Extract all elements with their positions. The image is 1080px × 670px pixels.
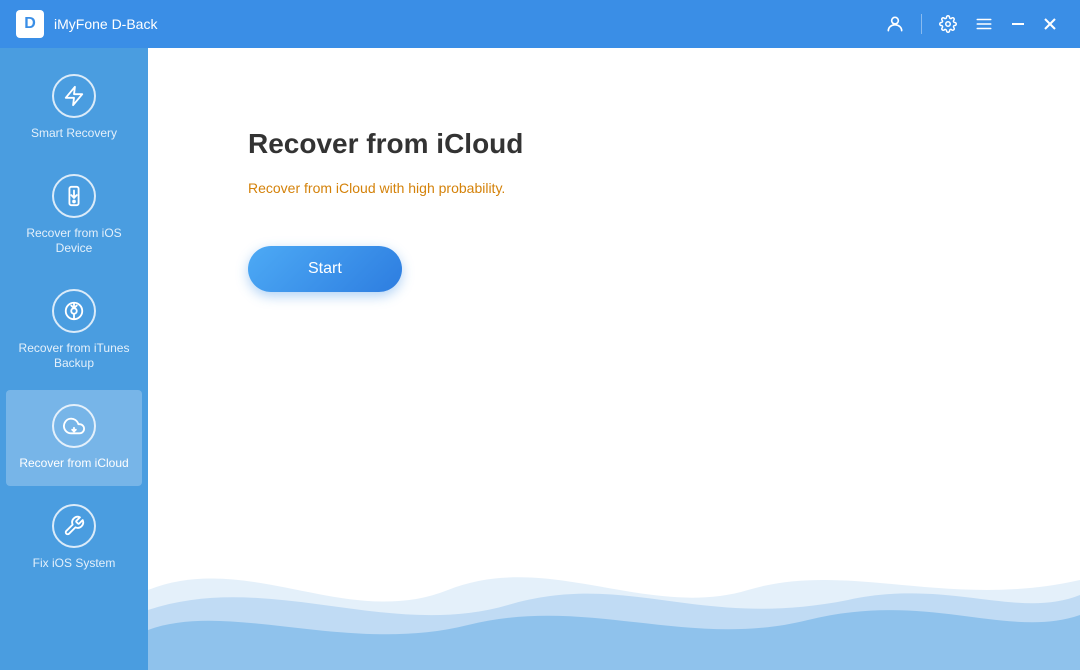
wave-decoration (148, 510, 1080, 670)
page-subtitle: Recover from iCloud with high probabilit… (248, 180, 1020, 196)
page-title: Recover from iCloud (248, 128, 1020, 160)
settings-icon[interactable] (932, 8, 964, 40)
sidebar-item-recover-icloud[interactable]: Recover from iCloud (6, 390, 142, 486)
sidebar: Smart Recovery Recover from iOS Device (0, 48, 148, 670)
recover-icloud-icon (52, 404, 96, 448)
content-area: Recover from iCloud Recover from iCloud … (148, 48, 1080, 670)
sidebar-item-recover-ios[interactable]: Recover from iOS Device (6, 160, 142, 271)
sidebar-item-recover-itunes[interactable]: Recover from iTunes Backup (6, 275, 142, 386)
fix-ios-label: Fix iOS System (33, 556, 116, 572)
menu-icon[interactable] (968, 8, 1000, 40)
recover-ios-icon (52, 174, 96, 218)
minimize-button[interactable] (1004, 10, 1032, 38)
start-button[interactable]: Start (248, 246, 402, 292)
user-icon[interactable] (879, 8, 911, 40)
sidebar-item-smart-recovery[interactable]: Smart Recovery (6, 60, 142, 156)
sidebar-item-fix-ios[interactable]: Fix iOS System (6, 490, 142, 586)
titlebar-controls (879, 8, 1064, 40)
smart-recovery-icon (52, 74, 96, 118)
app-logo: D (16, 10, 44, 38)
fix-ios-icon (52, 504, 96, 548)
recover-ios-label: Recover from iOS Device (16, 226, 132, 257)
recover-icloud-label: Recover from iCloud (19, 456, 128, 472)
app-title: iMyFone D-Back (54, 16, 157, 32)
close-button[interactable] (1036, 10, 1064, 38)
titlebar-separator (921, 14, 922, 34)
smart-recovery-label: Smart Recovery (31, 126, 117, 142)
recover-itunes-label: Recover from iTunes Backup (16, 341, 132, 372)
recover-itunes-icon (52, 289, 96, 333)
main-layout: Smart Recovery Recover from iOS Device (0, 48, 1080, 670)
titlebar: D iMyFone D-Back (0, 0, 1080, 48)
